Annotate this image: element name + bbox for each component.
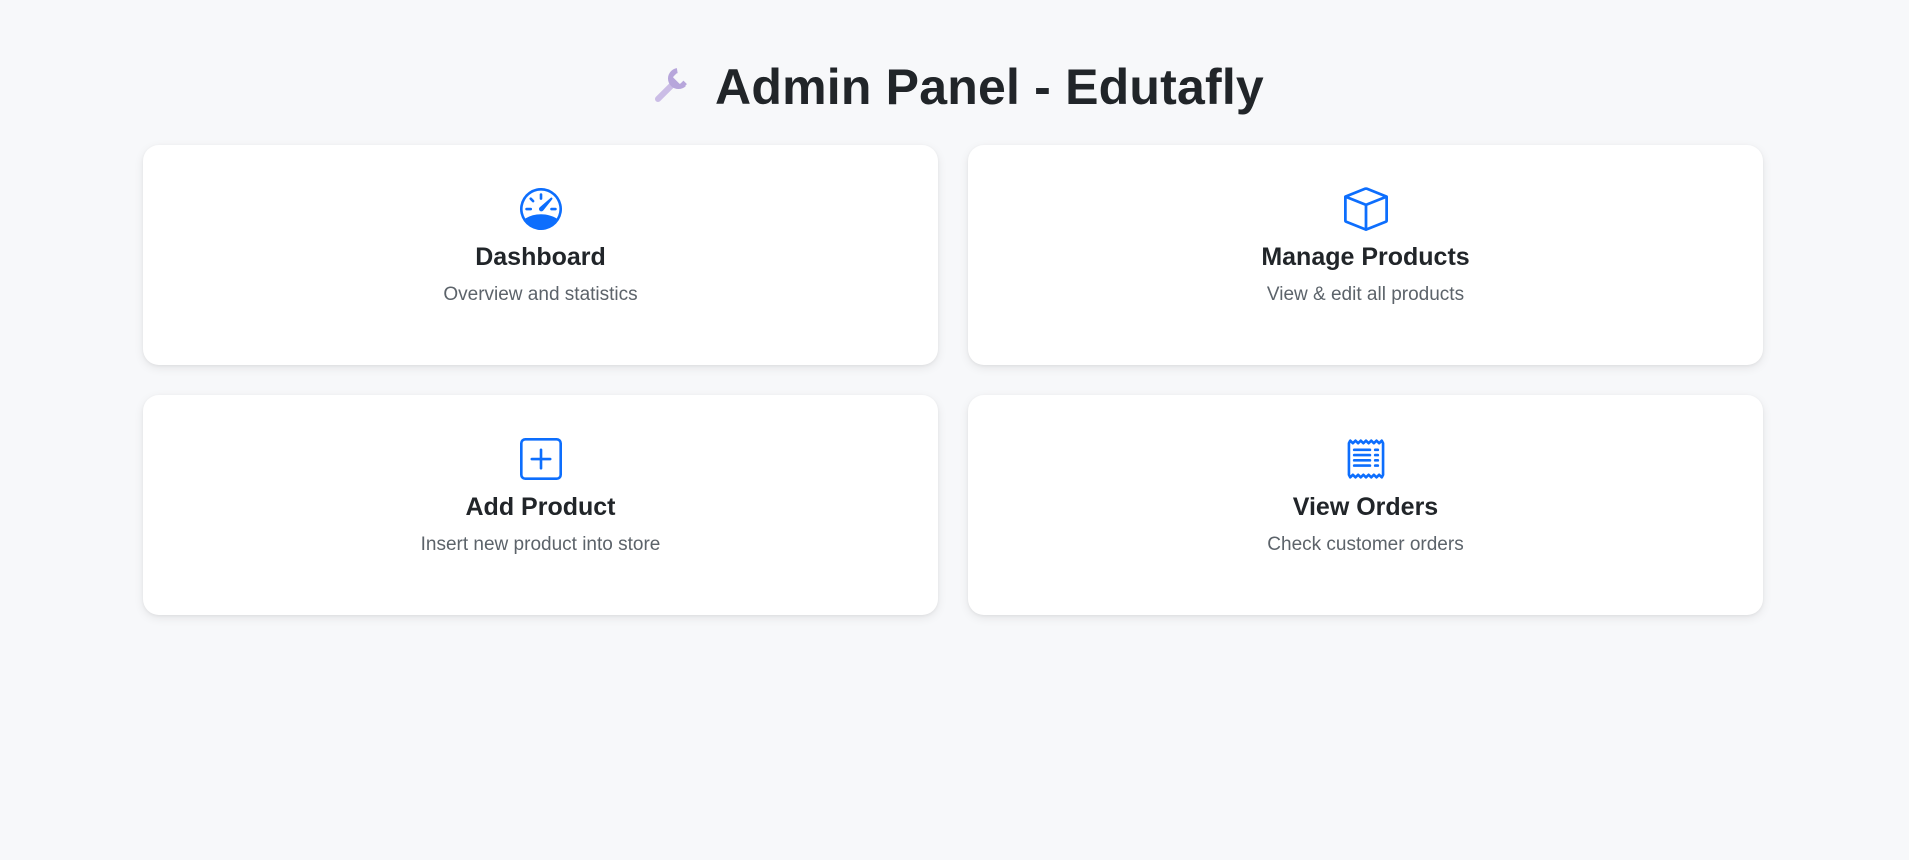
card-description: View & edit all products xyxy=(1266,284,1465,305)
card-title: View Orders xyxy=(1292,493,1439,521)
page-title: Admin Panel - Edutafly xyxy=(715,59,1264,115)
card-description: Check customer orders xyxy=(1267,534,1464,555)
wrench-icon xyxy=(645,62,695,112)
manage-products-card[interactable]: Manage Products View & edit all products xyxy=(968,145,1763,365)
dashboard-card[interactable]: Dashboard Overview and statistics xyxy=(143,145,938,365)
card-description: Insert new product into store xyxy=(420,534,661,555)
admin-page: Admin Panel - Edutafly Dashboard Overvie… xyxy=(0,0,1909,860)
card-title: Manage Products xyxy=(1261,243,1470,271)
card-description: Overview and statistics xyxy=(443,284,638,305)
box-icon xyxy=(1343,187,1388,231)
receipt-icon xyxy=(1344,437,1388,481)
card-title: Add Product xyxy=(465,493,616,521)
add-product-card[interactable]: Add Product Insert new product into stor… xyxy=(143,395,938,615)
admin-card-grid: Dashboard Overview and statistics Manage… xyxy=(143,145,1763,615)
page-header: Admin Panel - Edutafly xyxy=(0,52,1909,122)
plus-square-icon xyxy=(519,437,563,481)
card-title: Dashboard xyxy=(475,243,606,271)
speedometer-icon xyxy=(519,187,563,231)
view-orders-card[interactable]: View Orders Check customer orders xyxy=(968,395,1763,615)
